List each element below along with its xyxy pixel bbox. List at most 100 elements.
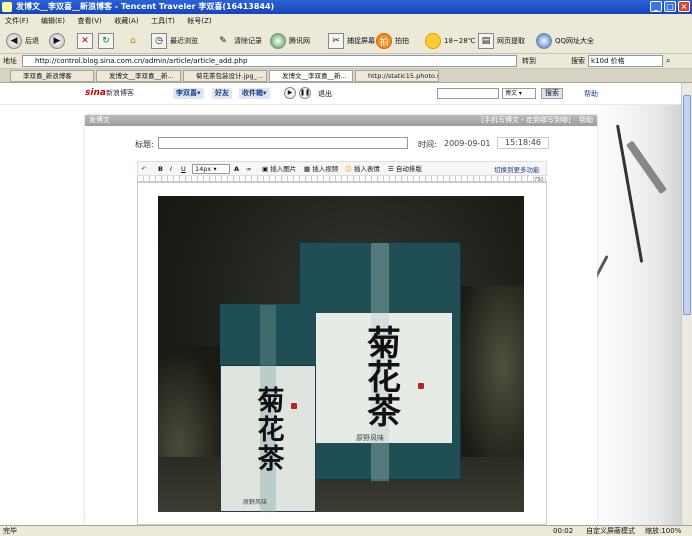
minimize-button[interactable]: _: [650, 1, 662, 12]
title-input[interactable]: [158, 137, 408, 149]
help-link[interactable]: 帮助: [584, 89, 598, 99]
sina-logo[interactable]: sina新浪博客: [85, 88, 134, 98]
blog-search-select[interactable]: 博文 ▾: [502, 88, 536, 99]
sina-topbar: sina新浪博客 李双喜▾ 好友 收件箱▾ ▶ ❚❚ 退出 博文 ▾ 搜索 帮助: [0, 83, 681, 105]
forward-button[interactable]: ▶: [49, 31, 68, 51]
switch-more-link[interactable]: 切换到更多功能: [494, 164, 540, 174]
red-seal-icon: [418, 383, 424, 389]
refresh-icon: ↻: [98, 33, 114, 49]
main-toolbar: ◀ 后退 ▶ ✕ ↻ ⌂ ◷ 最近浏览 ✎ 清除记录 腾讯网 ✂ 捕捉屏幕 拍 …: [0, 28, 692, 54]
inbox-menu[interactable]: 收件箱▾: [239, 88, 270, 99]
recent-button[interactable]: ◷ 最近浏览: [151, 31, 198, 51]
tall-box-subtitle: 原野风味: [356, 434, 384, 442]
tab-post-article-1[interactable]: 发博文__李双喜__新...: [96, 70, 181, 82]
font-size-select[interactable]: 14px ▾: [192, 164, 230, 174]
menu-edit[interactable]: 编辑(E): [36, 14, 70, 28]
time-input[interactable]: 15:18:46: [497, 137, 549, 149]
tab-static-photo[interactable]: http://static15.photo.s...: [355, 70, 439, 82]
page-extract-button[interactable]: ▤ 网页提取: [478, 31, 525, 51]
menu-file[interactable]: 文件(F): [0, 14, 34, 28]
menu-view[interactable]: 查看(V): [72, 14, 106, 28]
tab-post-article-2[interactable]: 发博文__李双喜__新...: [269, 70, 353, 82]
capture-screen-button[interactable]: ✂ 捕捉屏幕: [328, 31, 375, 51]
zoom-level[interactable]: 缩放:100%: [645, 526, 681, 536]
user-menu[interactable]: 李双喜▾: [173, 88, 204, 99]
insert-video-button[interactable]: ▦ 插入视频: [304, 164, 338, 174]
url-input[interactable]: http://control.blog.sina.com.cn/admin/ar…: [22, 55, 517, 67]
tab-label: http://static15.photo.s...: [368, 72, 439, 80]
tencent-net-button[interactable]: 腾讯网: [270, 31, 310, 51]
scissors-icon: ✂: [328, 33, 344, 49]
red-seal-icon: [291, 403, 297, 409]
weather-widget[interactable]: 18~28℃: [425, 31, 476, 51]
tall-box-title: 菊花茶: [367, 324, 401, 432]
menu-tools[interactable]: 工具(T): [146, 14, 180, 28]
sina-logo-sub: 新浪博客: [105, 89, 134, 97]
panel-help-link[interactable]: 帮助: [579, 116, 593, 124]
friends-link[interactable]: 好友: [212, 88, 232, 99]
auto-layout-label: 自动排版: [395, 165, 422, 173]
tab-blog-home[interactable]: 李双喜_新浪博客: [10, 70, 94, 82]
leaf-shape: [626, 140, 667, 195]
link-icon[interactable]: ∞: [246, 164, 251, 174]
tea-package-photo[interactable]: 菊花茶 原野风味 菊花茶 原野风味: [158, 196, 524, 512]
sina-logo-text: sina: [85, 88, 106, 98]
address-bar: 地址 http://control.blog.sina.com.cn/admin…: [0, 54, 692, 69]
short-box-subtitle: 原野风味: [243, 499, 268, 506]
menu-favorites[interactable]: 收藏(A): [109, 14, 143, 28]
toolbar-search-input[interactable]: k10d 价格: [588, 55, 663, 67]
stop-button[interactable]: ✕: [77, 31, 96, 51]
short-tea-box: 菊花茶 原野风味: [220, 304, 316, 512]
editor-area[interactable]: 菊花茶 原野风味 菊花茶 原野风味: [137, 182, 547, 525]
back-button[interactable]: ◀ 后退: [6, 31, 39, 51]
go-button[interactable]: 转到: [522, 56, 536, 66]
italic-button[interactable]: I: [170, 164, 172, 174]
background-art: [563, 105, 681, 525]
tab-bar: 李双喜_新浪博客 发博文__李双喜__新... 菊花茶包装设计.jpg_... …: [0, 69, 692, 83]
tab-label: 李双喜_新浪博客: [23, 72, 72, 80]
font-color-icon[interactable]: A: [234, 164, 239, 174]
vertical-scrollbar[interactable]: [681, 83, 692, 525]
filter-mode[interactable]: 自定义屏蔽模式: [586, 526, 635, 536]
clear-history-button[interactable]: ✎ 清除记录: [215, 31, 262, 51]
tencent-net-label: 腾讯网: [289, 37, 310, 45]
recent-label: 最近浏览: [170, 37, 198, 45]
weather-label: 18~28℃: [444, 37, 476, 45]
menu-account[interactable]: 帐号(Z): [182, 14, 216, 28]
play-icon[interactable]: ▶: [284, 87, 296, 99]
layout-icon: ☰: [388, 165, 394, 173]
date-text: 2009-09-01: [444, 139, 491, 148]
pause-icon[interactable]: ❚❚: [299, 87, 311, 99]
close-button[interactable]: ×: [678, 1, 690, 12]
time-label: 时间:: [418, 140, 437, 149]
tab-label: 发博文__李双喜__新...: [109, 72, 174, 80]
url-text: http://control.blog.sina.com.cn/admin/ar…: [35, 57, 248, 65]
sun-icon: [425, 33, 441, 49]
undo-icon[interactable]: ↶: [141, 164, 146, 174]
stop-icon: ✕: [77, 33, 93, 49]
paipai-button[interactable]: 拍 拍拍: [376, 31, 409, 51]
editor-toolbar: ↶ B I U 14px ▾ A ∞ ▣ 插入图片 ▦ 插入视频 ☺ 插入表情 …: [137, 161, 547, 176]
blog-search-input[interactable]: [437, 88, 499, 99]
blog-search-button[interactable]: 搜索: [541, 88, 563, 99]
logout-link[interactable]: 退出: [318, 89, 332, 99]
status-time: 00:02: [553, 527, 574, 535]
insert-emoji-button[interactable]: ☺ 插入表情: [345, 164, 380, 174]
underline-button[interactable]: U: [181, 164, 186, 174]
magnifier-icon[interactable]: ⌕: [666, 56, 670, 66]
refresh-button[interactable]: ↻: [98, 31, 117, 51]
maximize-button[interactable]: □: [664, 1, 676, 12]
back-arrow-icon: ◀: [6, 33, 22, 49]
tab-tea-image[interactable]: 菊花茶包装设计.jpg_...: [183, 70, 267, 82]
scrollbar-thumb[interactable]: [683, 95, 691, 315]
qq-logo-icon: [270, 33, 286, 49]
search-select-value: 博文: [505, 90, 518, 97]
leaves-right: [454, 286, 524, 486]
insert-image-button[interactable]: ▣ 插入图片: [262, 164, 296, 174]
mobile-post-link[interactable]: [手机写博文・走到哪写到哪]: [481, 116, 570, 124]
auto-layout-button[interactable]: ☰ 自动排版: [388, 164, 422, 174]
qq-nav-label: QQ网址大全: [555, 37, 595, 45]
qq-nav-button[interactable]: QQ网址大全: [536, 31, 594, 51]
home-button[interactable]: ⌂: [125, 31, 144, 51]
bold-button[interactable]: B: [158, 164, 163, 174]
